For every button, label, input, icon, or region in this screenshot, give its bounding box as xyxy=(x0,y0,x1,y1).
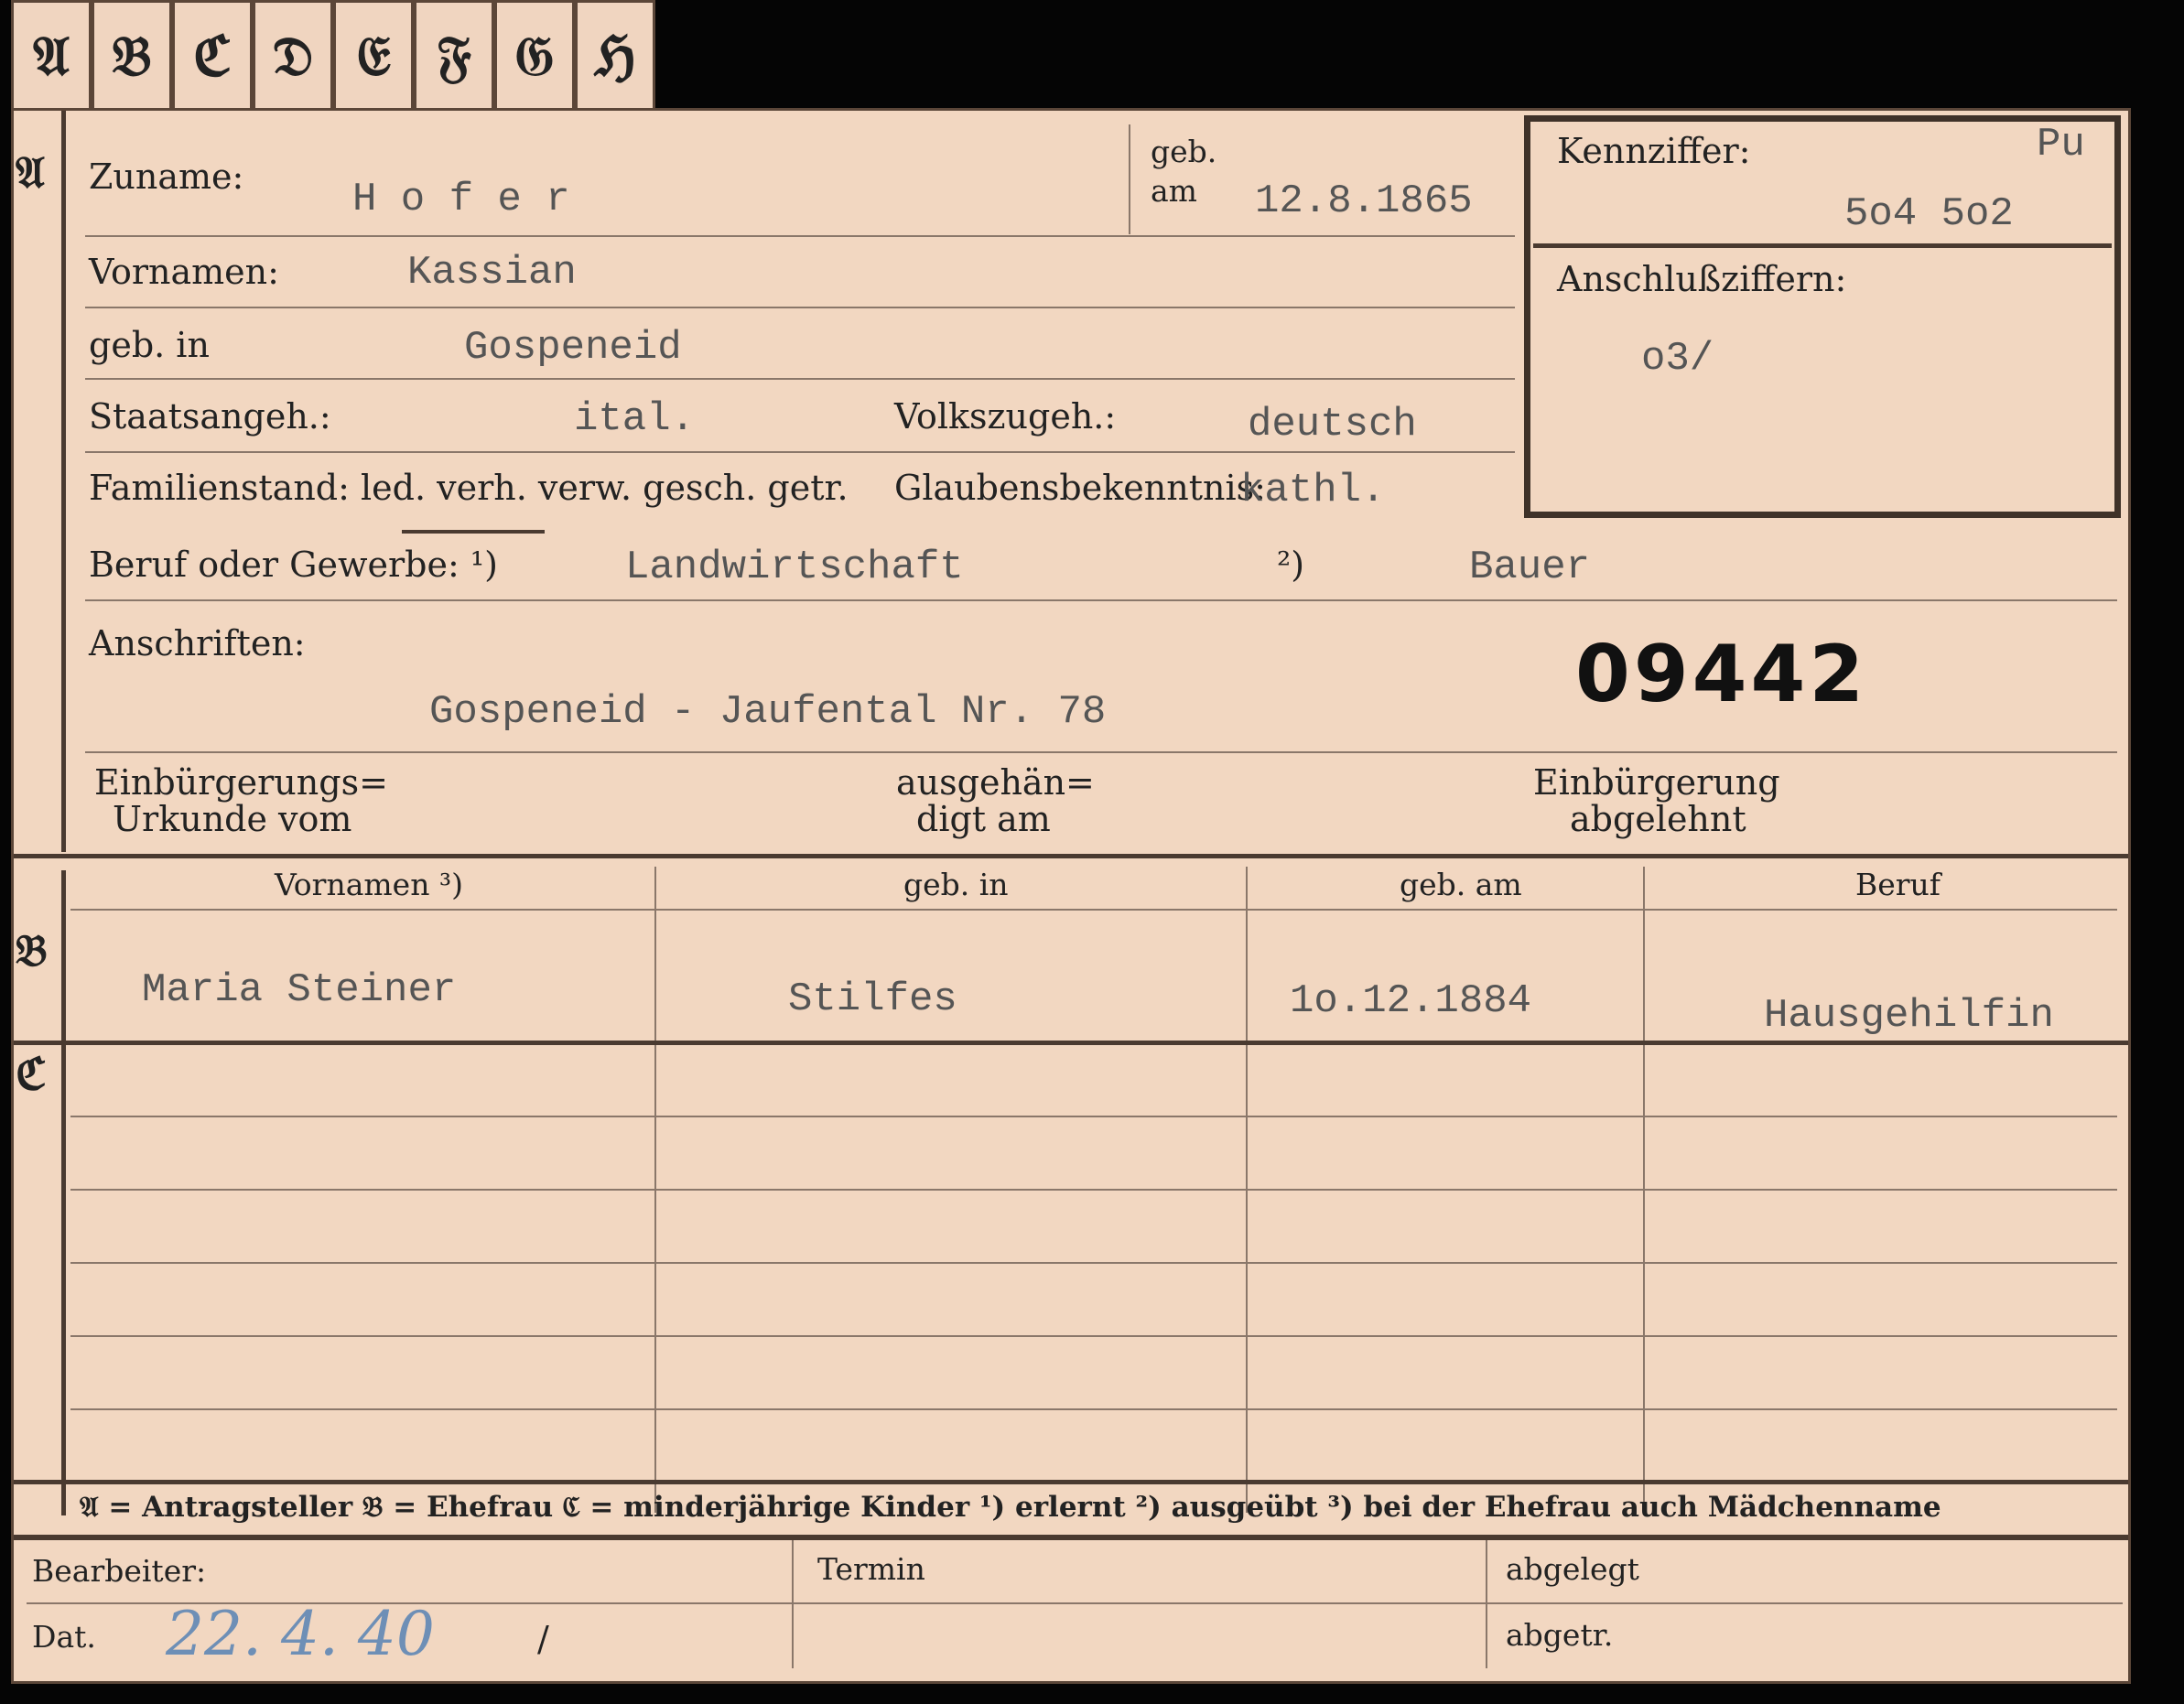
left-margin-rule xyxy=(61,111,66,852)
staatsangeh-label: Staatsangeh.: xyxy=(89,396,331,437)
kennziffer-box xyxy=(1524,115,2121,518)
beruf-2-label: ²) xyxy=(1277,545,1305,585)
ehefrau-beruf: Hausgehilfin xyxy=(1764,993,2054,1039)
left-margin-rule-lower xyxy=(61,870,66,1515)
tab-f[interactable]: 𝔉 xyxy=(414,0,494,110)
table-header-geb-in: geb. in xyxy=(903,867,1009,902)
stamp-number: 09442 xyxy=(1575,629,1868,720)
familienstand-label: Familienstand: led. verh. verw. gesch. g… xyxy=(89,468,849,508)
section-c-letter: ℭ xyxy=(16,1049,47,1100)
familienstand-underline-verh xyxy=(402,530,545,534)
einbuergerung-label-1: Einbürgerungs= xyxy=(94,762,388,803)
ausgehaendigt-label-1: ausgehän= xyxy=(896,762,1095,803)
section-a-letter: 𝔄 xyxy=(16,147,45,199)
anschlussziffern-label: Anschlußziffern: xyxy=(1557,259,1847,299)
tab-e[interactable]: 𝔈 xyxy=(333,0,414,110)
abgetr-label: abgetr. xyxy=(1506,1617,1614,1653)
tab-h[interactable]: ℌ xyxy=(575,0,655,110)
volkszugeh-label: Volkszugeh.: xyxy=(894,396,1117,437)
table-header-vornamen: Vornamen ³) xyxy=(275,867,464,902)
geb-label: geb. xyxy=(1151,134,1217,169)
abgelehnt-label-2: abgelehnt xyxy=(1570,799,1746,839)
anschriften-label: Anschriften: xyxy=(89,623,306,663)
anschrift-value: Gospeneid - Jaufental Nr. 78 xyxy=(429,689,1107,735)
ehefrau-vornamen: Maria Steiner xyxy=(142,967,457,1013)
zuname-label: Zuname: xyxy=(89,156,244,197)
dat-handwritten-value: 22. 4. 40 xyxy=(166,1599,435,1669)
zuname-value: H o f e r xyxy=(352,177,570,222)
dat-slash: / xyxy=(537,1619,549,1659)
table-header-beruf: Beruf xyxy=(1855,867,1941,902)
tab-d[interactable]: 𝔇 xyxy=(253,0,333,110)
einbuergerung-label-2: Urkunde vom xyxy=(113,799,352,839)
beruf-erlernt-value: Landwirtschaft xyxy=(625,545,964,590)
termin-label: Termin xyxy=(817,1551,925,1587)
ehefrau-geb-in: Stilfes xyxy=(788,976,957,1022)
abgelehnt-label-1: Einbürgerung xyxy=(1533,762,1780,803)
volkszugeh-value: deutsch xyxy=(1248,402,1417,448)
vornamen-label: Vornamen: xyxy=(89,252,279,292)
kennziffer-value: 5o4 5o2 xyxy=(1844,191,2014,237)
table-header-geb-am: geb. am xyxy=(1400,867,1522,902)
geb-in-label: geb. in xyxy=(89,325,210,365)
section-b-letter: 𝔅 xyxy=(16,925,48,976)
staatsangeh-value: ital. xyxy=(574,396,696,442)
glaubens-label: Glaubensbekenntnis: xyxy=(894,468,1266,508)
geb-am-value: 12.8.1865 xyxy=(1255,178,1473,224)
ausgehaendigt-label-2: digt am xyxy=(916,799,1051,839)
bearbeiter-label: Bearbeiter: xyxy=(32,1553,207,1589)
registration-card: 𝔄 𝔅 ℭ Kennziffer: Pu 5o4 5o2 Anschlußzif… xyxy=(11,108,2131,1684)
index-tabs: 𝔄 𝔅 ℭ 𝔇 𝔈 𝔉 𝔊 ℌ xyxy=(11,0,655,110)
legend: 𝔄 = Antragsteller 𝔅 = Ehefrau ℭ = minder… xyxy=(80,1491,1941,1524)
tab-g[interactable]: 𝔊 xyxy=(494,0,575,110)
anschlussziffern-value: o3/ xyxy=(1641,336,1714,382)
glaubens-value: kathl. xyxy=(1240,468,1386,513)
abgelegt-label: abgelegt xyxy=(1506,1551,1639,1587)
beruf-label: Beruf oder Gewerbe: ¹) xyxy=(89,545,498,585)
kennziffer-label: Kennziffer: xyxy=(1557,131,1751,171)
vornamen-value: Kassian xyxy=(407,250,577,296)
tab-c[interactable]: ℭ xyxy=(172,0,253,110)
kennziffer-prefix: Pu xyxy=(2037,122,2085,167)
geb-in-value: Gospeneid xyxy=(464,325,682,371)
ehefrau-geb-am: 1o.12.1884 xyxy=(1290,978,1532,1024)
tab-a[interactable]: 𝔄 xyxy=(11,0,92,110)
am-label: am xyxy=(1151,173,1197,209)
tab-b[interactable]: 𝔅 xyxy=(92,0,172,110)
dat-label: Dat. xyxy=(32,1619,96,1655)
beruf-ausgeuebt-value: Bauer xyxy=(1469,545,1591,590)
